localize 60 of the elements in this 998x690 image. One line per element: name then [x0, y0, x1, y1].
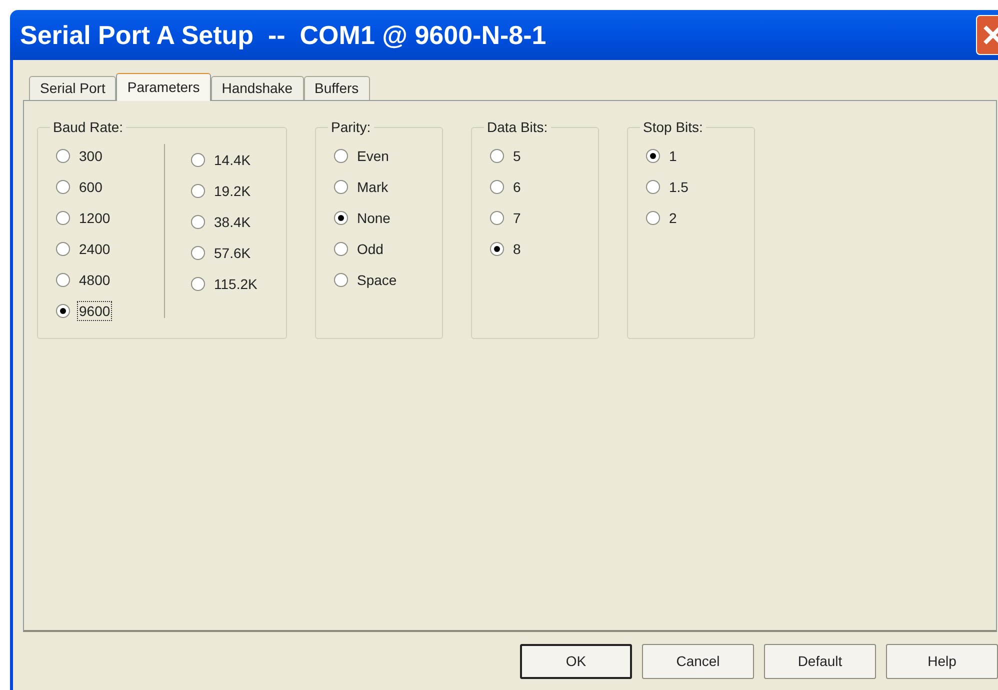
radio-label: 57.6K: [213, 244, 252, 262]
radio-button[interactable]: [334, 148, 348, 162]
group-title: Stop Bits:: [642, 118, 704, 137]
radio-button[interactable]: [56, 272, 70, 286]
radio-label: 6: [512, 178, 522, 196]
radio-label: Space: [356, 270, 398, 288]
group-title: Baud Rate:: [52, 118, 124, 137]
radio-label: 115.2K: [213, 274, 258, 292]
window-title: Serial Port A Setup -- COM1 @ 9600-N-8-1: [20, 18, 546, 52]
radio-button[interactable]: [334, 242, 348, 256]
radio-button[interactable]: [646, 148, 660, 162]
radio-button[interactable]: [56, 210, 70, 224]
radio-label: 7: [512, 208, 522, 226]
tab[interactable]: Serial Port: [29, 76, 116, 100]
radio-label: 38.4K: [213, 212, 252, 230]
radio-button[interactable]: [490, 242, 504, 256]
radio-button[interactable]: [191, 246, 205, 260]
radio-label: Odd: [356, 240, 384, 258]
radio-label: 1: [668, 146, 678, 164]
radio-button[interactable]: [334, 180, 348, 194]
radio-button[interactable]: [490, 148, 504, 162]
radio-label: 300: [78, 146, 104, 164]
group-title: Parity:: [330, 118, 372, 137]
radio-button[interactable]: [334, 210, 348, 224]
radio-button[interactable]: [56, 180, 70, 194]
radio-button[interactable]: [191, 184, 205, 198]
radio-button[interactable]: [191, 152, 205, 166]
radio-label: 4800: [78, 270, 112, 288]
radio-button[interactable]: [646, 180, 660, 194]
radio-label: 14.4K: [213, 150, 252, 168]
radio-label: 600: [78, 178, 104, 196]
dialog-button[interactable]: Default: [764, 644, 876, 679]
radio-label: 1.5: [668, 178, 690, 196]
radio-label: Mark: [356, 178, 390, 196]
radio-button[interactable]: [56, 242, 70, 256]
radio-label: 8: [512, 240, 522, 258]
radio-label: Even: [356, 146, 390, 164]
dialog-button[interactable]: Help: [886, 644, 998, 679]
tab[interactable]: Buffers: [304, 76, 370, 100]
radio-label: 5: [512, 146, 522, 164]
dialog-button[interactable]: OK: [520, 644, 632, 679]
radio-button[interactable]: [56, 304, 70, 318]
radio-label: 1200: [78, 208, 112, 226]
close-icon: [982, 24, 998, 46]
radio-label: 19.2K: [213, 182, 252, 200]
dialog-button[interactable]: Cancel: [642, 644, 754, 679]
radio-label: 2400: [78, 240, 112, 258]
radio-button[interactable]: [56, 148, 70, 162]
tab[interactable]: Parameters: [116, 73, 211, 101]
radio-label: None: [356, 208, 392, 226]
radio-button[interactable]: [191, 214, 205, 228]
radio-label: 2: [668, 208, 678, 226]
radio-button[interactable]: [646, 210, 660, 224]
group-title: Data Bits:: [486, 118, 549, 137]
radio-label: 9600: [78, 302, 112, 320]
tab[interactable]: Handshake: [210, 76, 304, 100]
radio-button[interactable]: [334, 272, 348, 286]
radio-button[interactable]: [490, 210, 504, 224]
radio-button[interactable]: [490, 180, 504, 194]
radio-button[interactable]: [191, 276, 205, 290]
